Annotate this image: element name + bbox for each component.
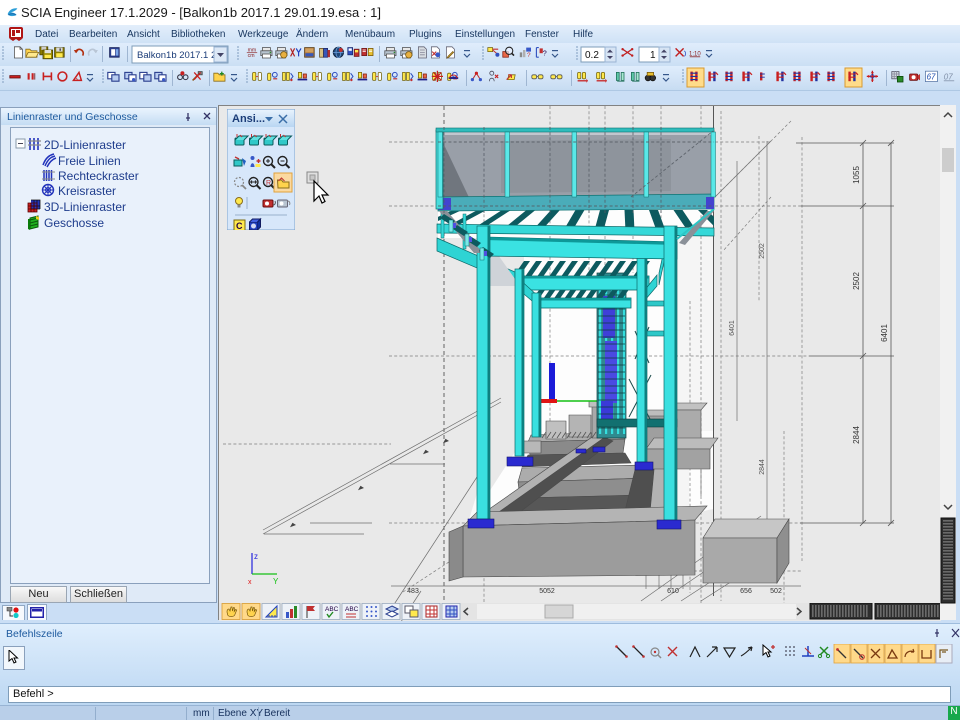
svg-text:Y: Y	[273, 577, 279, 586]
svg-text:502: 502	[770, 588, 782, 595]
svg-text:1055: 1055	[852, 166, 861, 184]
svg-text:2844: 2844	[759, 459, 766, 475]
svg-text:6401: 6401	[880, 324, 889, 342]
svg-text:67: 67	[927, 73, 936, 82]
svg-text:610: 610	[667, 588, 679, 595]
svg-text:cm: cm	[248, 53, 255, 59]
svg-text:483: 483	[407, 588, 419, 595]
svg-text:6401: 6401	[729, 320, 736, 336]
svg-text:R: R	[266, 180, 271, 187]
svg-text:Ansi...: Ansi...	[232, 113, 265, 125]
svg-text:2502: 2502	[852, 272, 861, 290]
svg-text:x: x	[248, 579, 252, 586]
svg-text:?: ?	[527, 52, 531, 59]
svg-text:?: ?	[543, 49, 547, 58]
svg-text:0.2: 0.2	[585, 50, 599, 61]
svg-text:ABC: ABC	[345, 606, 359, 613]
svg-text:C: C	[236, 221, 243, 230]
svg-text:2502: 2502	[759, 243, 766, 259]
svg-text:1: 1	[650, 50, 656, 61]
svg-text:z: z	[254, 552, 258, 561]
svg-text:ABC: ABC	[325, 606, 339, 613]
svg-text:656: 656	[740, 588, 752, 595]
svg-text:Balkon1b 2017.1 2: Balkon1b 2017.1 2	[137, 50, 216, 61]
svg-text:5052: 5052	[539, 588, 555, 595]
svg-text:07: 07	[944, 73, 953, 82]
svg-text:2844: 2844	[852, 426, 861, 444]
